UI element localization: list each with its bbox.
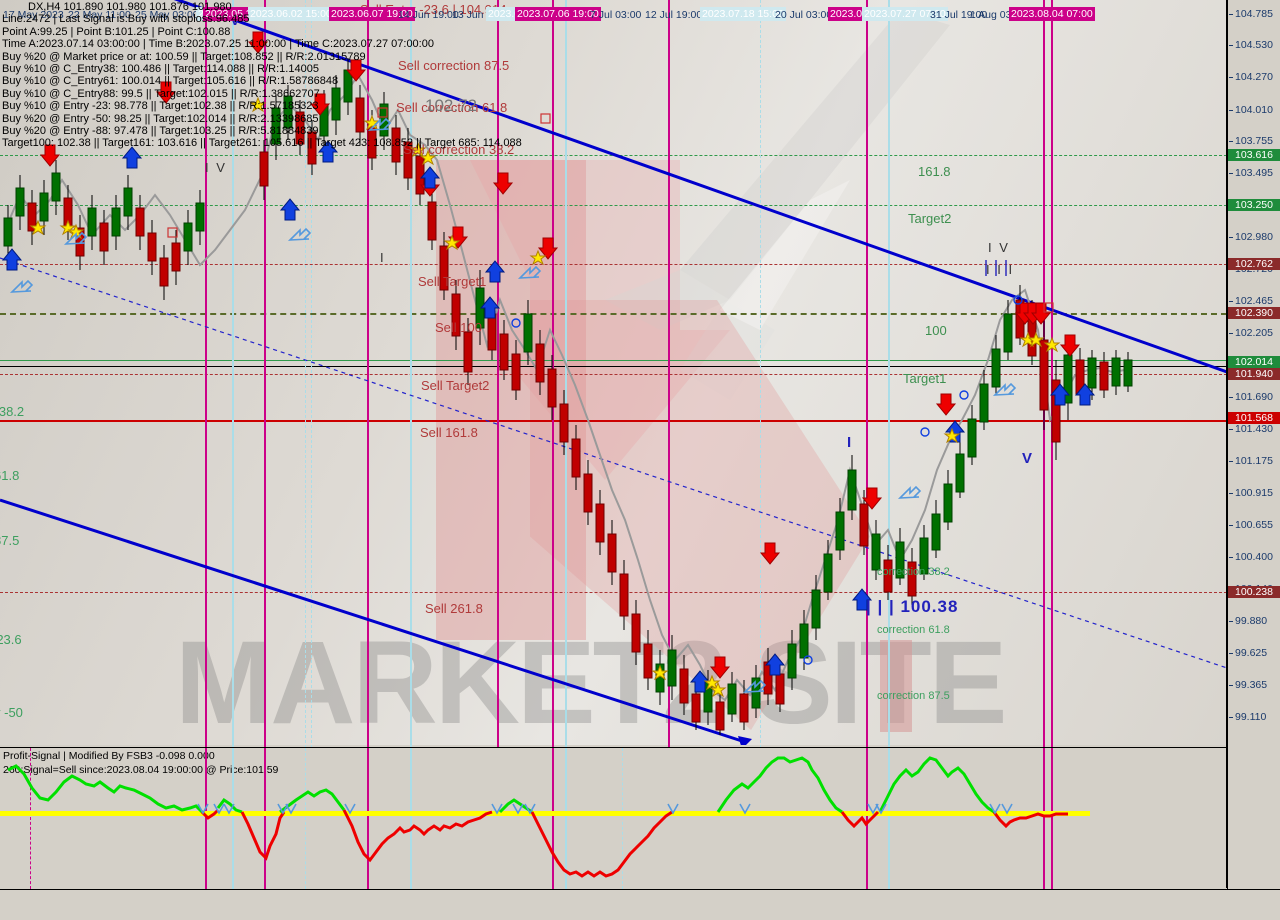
price-tick-13: 100.915 <box>1228 487 1280 499</box>
price-tick-12: 101.175 <box>1228 455 1280 467</box>
price-tick-5: 103.495 <box>1228 167 1280 179</box>
wave-label-v-2: V <box>1022 450 1034 467</box>
header-line-7: Buy %10 @ Entry -23: 98.778 || Target:10… <box>2 100 319 113</box>
wave-label-iii-10038: | | | 100.38 <box>866 597 959 616</box>
price-tag-102762[interactable]: 102.762 <box>1228 258 1280 270</box>
header-line-6: Buy %10 @ C_Entry88: 99.5 || Target:102.… <box>2 87 320 100</box>
annotation-target1: Target1 <box>903 371 947 386</box>
chart-info-header: DX,H4 101.890 101.980 101.876 101.980 Li… <box>2 1 522 150</box>
price-tick-6: 102.980 <box>1228 231 1280 243</box>
price-tag-102014[interactable]: 102.014 <box>1228 356 1280 368</box>
header-line-3: Buy %20 @ Market price or at: 100.59 || … <box>2 50 366 63</box>
price-tag-100238[interactable]: 100.238 <box>1228 586 1280 598</box>
price-tick-18: 99.625 <box>1228 647 1280 659</box>
header-line-2: Time A:2023.07.14 03:00:00 | Time B:2023… <box>2 38 434 51</box>
price-tag-102390[interactable]: 102.390 <box>1228 307 1280 319</box>
annotation-sell-target1: Sell Target1 <box>418 274 487 289</box>
trading-chart-window[interactable]: MARKET2 SITE DX,H4 101.890 101.980 101.8… <box>0 0 1280 920</box>
price-tick-17: 99.880 <box>1228 615 1280 627</box>
price-tag-103616[interactable]: 103.616 <box>1228 149 1280 161</box>
annotation-clipped-correction-382: n 38.2 <box>0 404 25 419</box>
price-tick-14: 100.655 <box>1228 519 1280 531</box>
wave-label-iv-2: I V <box>988 240 1010 255</box>
header-line-5: Buy %10 @ C_Entry61: 100.014 || Target:1… <box>2 75 339 88</box>
price-axis[interactable]: 104.785 104.530 104.270 104.010 103.755 … <box>1227 0 1280 889</box>
price-tick-8: 102.465 <box>1228 295 1280 307</box>
price-tick-0: 104.785 <box>1228 8 1280 20</box>
header-line-8: Buy %20 @ Entry -50: 98.25 || Target:102… <box>2 112 319 125</box>
price-tick-4: 103.755 <box>1228 135 1280 147</box>
profit-signal-indicator-pane[interactable]: Profit-Signal | Modified By FSB3 -0.098 … <box>0 747 1280 890</box>
annotation-clipped-correction-618: 61.8 <box>0 468 20 483</box>
price-tick-3: 104.010 <box>1228 104 1280 116</box>
price-tick-1: 104.530 <box>1228 39 1280 51</box>
price-tag-101940[interactable]: 101.940 <box>1228 368 1280 380</box>
wave-label-i-2: I <box>847 434 853 451</box>
price-tick-10: 101.690 <box>1228 391 1280 403</box>
annotation-100: 100 <box>925 323 947 338</box>
annotation-correction-875: correction 87.5 <box>877 690 950 702</box>
header-line-0: Line:2472 | Last Signal is:Buy with stop… <box>2 13 250 26</box>
time-tag-magenta-5[interactable]: 2023.08.04 07:00 <box>1009 7 1095 21</box>
wave-label-iv-1: I V <box>205 160 227 175</box>
symbol-ohlc-line: DX,H4 101.890 101.980 101.876 101.980 <box>28 1 232 13</box>
annotation-correction-382: correction 38.2 <box>877 566 950 578</box>
price-tag-101568[interactable]: 101.568 <box>1228 412 1280 424</box>
price-tag-103250[interactable]: 103.250 <box>1228 199 1280 211</box>
header-line-4: Buy %10 @ C_Entry38: 100.486 || Target:1… <box>2 63 319 76</box>
wave-label-i-1: I <box>380 250 386 265</box>
annotation-1618: 161.8 <box>918 164 951 179</box>
annotation-sell-100: Sell 100 <box>435 320 482 335</box>
annotation-sell-2618: Sell 261.8 <box>425 601 483 616</box>
annotation-clipped-entry-50: y -50 <box>0 705 23 720</box>
annotation-correction-618: correction 61.8 <box>877 624 950 636</box>
header-line-1: Point A:99.25 | Point B:101.25 | Point C… <box>2 25 231 38</box>
indicator-oscillator <box>7 756 1068 878</box>
time-tick-12: 12 Jul 19:00 <box>645 9 703 21</box>
header-line-9: Buy %20 @ Entry -88: 97.478 || Target:10… <box>2 125 319 138</box>
price-chart-pane[interactable]: MARKET2 SITE DX,H4 101.890 101.980 101.8… <box>0 0 1280 888</box>
time-tag-cyan-4[interactable]: 2023.07.18 15:00 <box>700 7 786 21</box>
price-tick-20: 99.110 <box>1228 711 1280 723</box>
price-tick-19: 99.365 <box>1228 679 1280 691</box>
price-tick-2: 104.270 <box>1228 71 1280 83</box>
price-tick-15: 100.400 <box>1228 551 1280 563</box>
time-tag-magenta-3[interactable]: 2023.07.06 19:00 <box>515 7 601 21</box>
annotation-target2: Target2 <box>908 211 952 226</box>
time-tick-11: 7 Jul 03:00 <box>590 9 642 21</box>
time-tick-14: 20 Jul 03:00 <box>775 9 833 21</box>
annotation-clipped-correction-875: 87.5 <box>0 533 20 548</box>
header-line-10: Target100: 102.38 || Target161: 103.616 … <box>2 137 522 150</box>
annotation-sell-1618: Sell 161.8 <box>420 425 478 440</box>
annotation-clipped-entry-236: -23.6 <box>0 632 22 647</box>
price-tick-9: 102.205 <box>1228 327 1280 339</box>
wave-tick-marks <box>985 260 1007 276</box>
annotation-sell-target2: Sell Target2 <box>421 378 490 393</box>
price-tick-11: 101.430 <box>1228 423 1280 435</box>
